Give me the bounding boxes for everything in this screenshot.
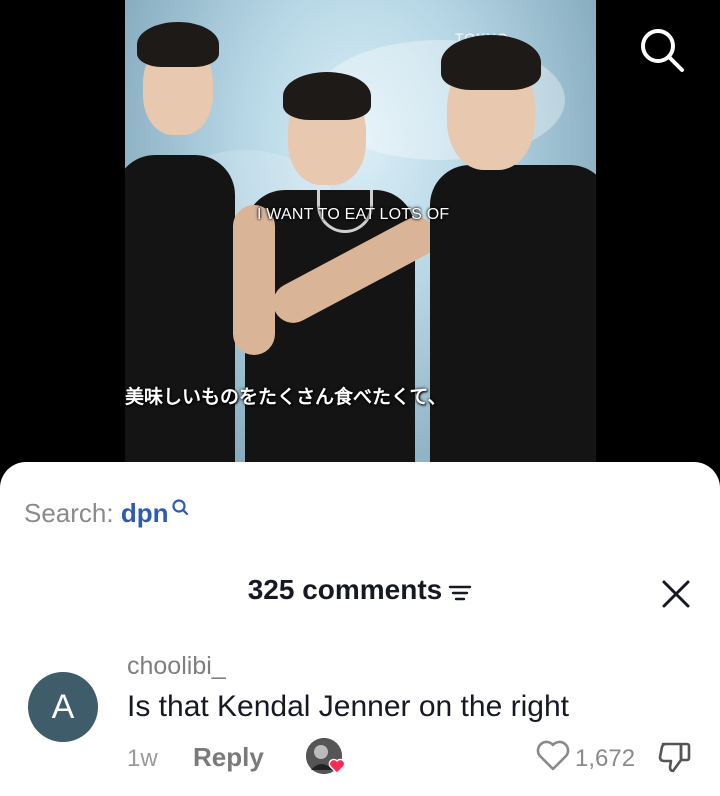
comment-text: Is that Kendal Jenner on the right: [127, 690, 569, 723]
creator-liked-avatar: [306, 738, 346, 774]
avatar[interactable]: A: [28, 672, 98, 742]
search-prefix: Search:: [24, 498, 114, 528]
search-icon[interactable]: [638, 26, 686, 74]
comment-username[interactable]: choolibi_: [127, 652, 226, 681]
subtitle-japanese: 美味しいものをたくさん食べたくて、: [125, 387, 447, 408]
subtitle-english: I WANT TO EAT LOTS OF: [257, 206, 450, 223]
like-heart-icon[interactable]: [536, 740, 570, 777]
comments-sheet: Search: dpn 325 comments A choolibi_ Is …: [0, 462, 720, 796]
search-suggestion[interactable]: Search: dpn: [24, 498, 189, 529]
dislike-icon[interactable]: [657, 740, 693, 779]
comment-time: 1w: [127, 745, 158, 772]
heart-icon: [328, 758, 346, 774]
search-keyword[interactable]: dpn: [121, 498, 169, 528]
search-small-icon: [171, 499, 188, 516]
comments-count-title: 325 comments: [247, 574, 443, 605]
sort-icon[interactable]: [448, 582, 472, 607]
close-icon[interactable]: [660, 578, 692, 610]
video-player[interactable]: TOKYO I WANT TO EAT LOTS OF 美味しいものをたくさん食…: [125, 0, 596, 470]
reply-button[interactable]: Reply: [193, 742, 264, 773]
comments-header: 325 comments: [0, 574, 720, 607]
like-count: 1,672: [575, 745, 636, 772]
